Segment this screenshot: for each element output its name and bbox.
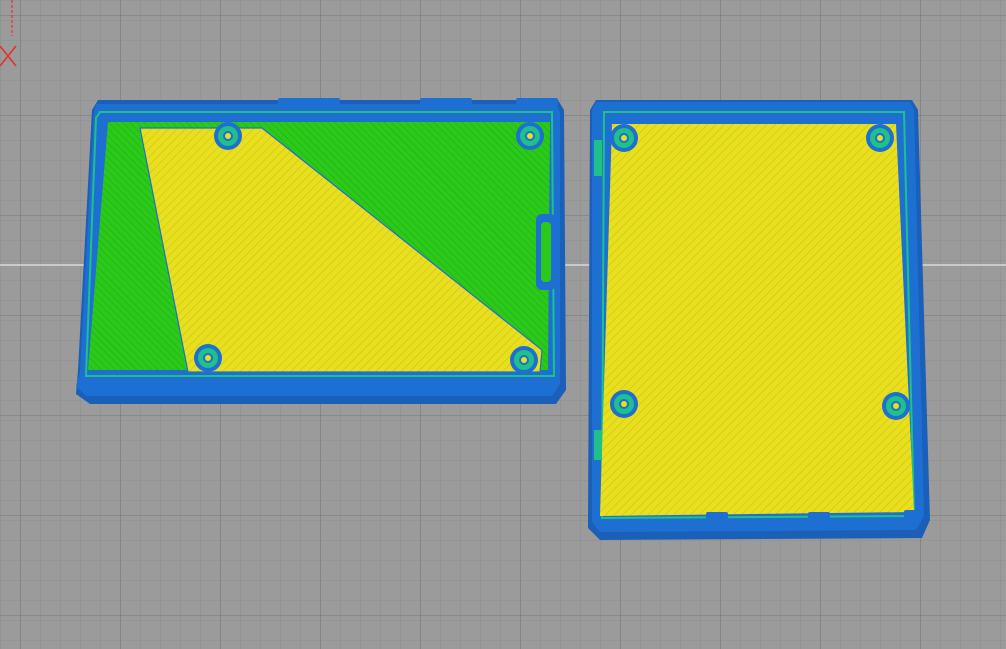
screw-boss-icon bbox=[610, 390, 638, 418]
screw-boss-icon bbox=[516, 122, 544, 150]
screw-boss-icon bbox=[510, 346, 538, 374]
enclosure-lid-right[interactable] bbox=[588, 100, 930, 540]
3d-build-plate-viewport[interactable] bbox=[0, 0, 1006, 649]
enclosure-base-left[interactable] bbox=[76, 98, 566, 404]
screw-boss-icon bbox=[194, 344, 222, 372]
slice-preview-canvas bbox=[0, 0, 1006, 540]
origin-x-marker-icon bbox=[0, 0, 17, 67]
screw-boss-icon bbox=[866, 124, 894, 152]
screw-boss-icon bbox=[610, 124, 638, 152]
screw-boss-icon bbox=[882, 392, 910, 420]
screw-boss-icon bbox=[214, 122, 242, 150]
